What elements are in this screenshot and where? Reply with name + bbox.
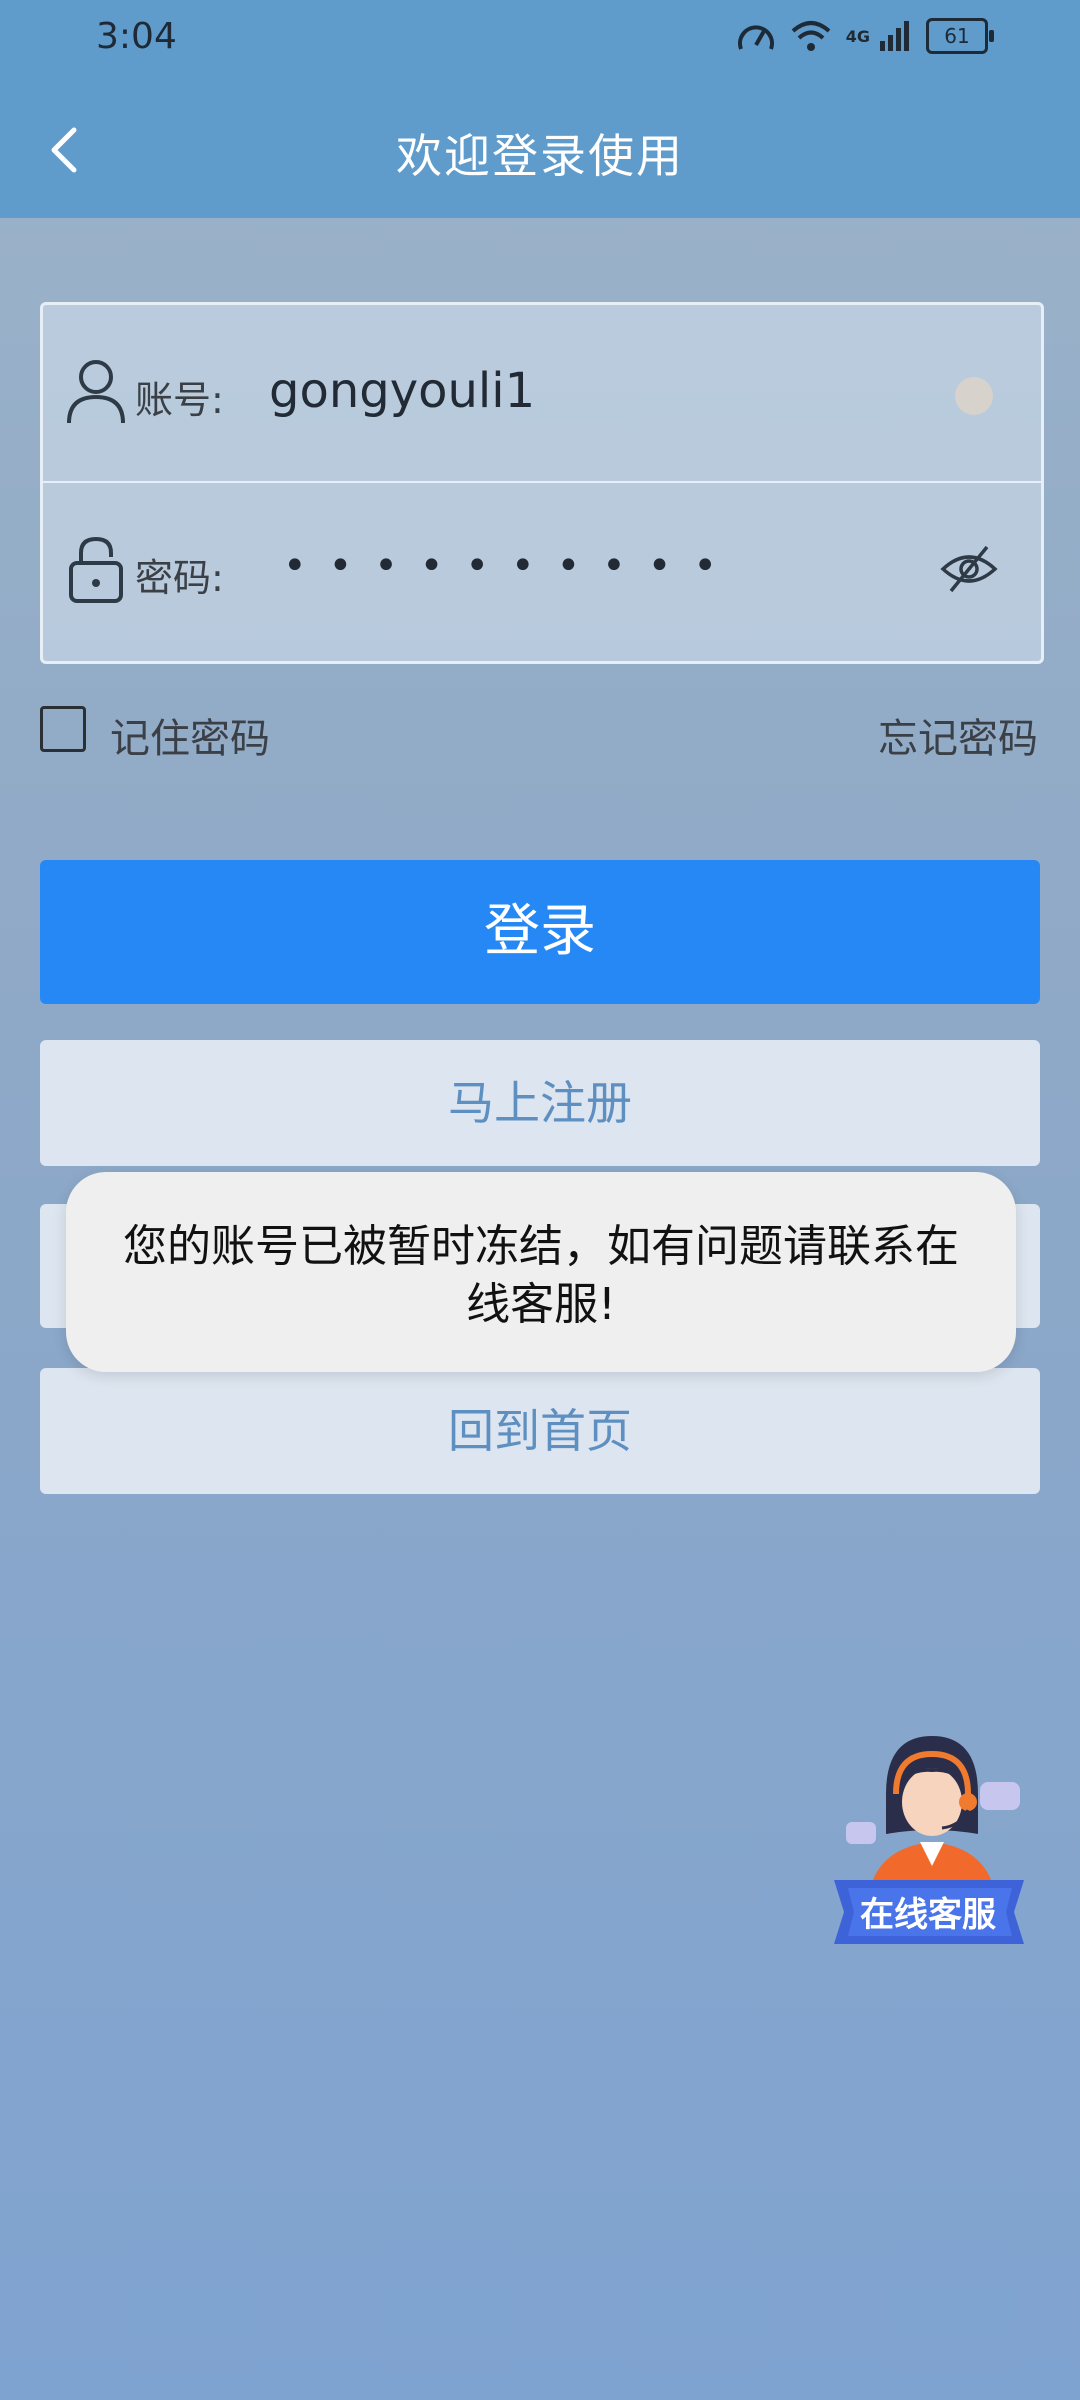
wifi-icon — [791, 21, 831, 51]
user-icon — [67, 360, 125, 424]
login-form: 账号: gongyouli1 密码: •••••••••• — [40, 302, 1044, 664]
network-type-label: 4G — [845, 26, 870, 46]
battery-icon: 61 — [926, 18, 994, 54]
forgot-password-link[interactable]: 忘记密码 — [878, 706, 1038, 764]
speed-icon — [737, 25, 774, 50]
home-button[interactable]: 回到首页 — [40, 1368, 1040, 1494]
frozen-account-toast: 您的账号已被暂时冻结，如有问题请联系在线客服! — [66, 1172, 1016, 1372]
account-label: 账号: — [135, 378, 224, 422]
status-icons: 4G 61 — [736, 18, 994, 54]
lock-icon — [69, 536, 123, 603]
toast-message: 您的账号已被暂时冻结，如有问题请联系在线客服! — [123, 1221, 959, 1330]
remember-password-checkbox[interactable] — [40, 706, 86, 752]
password-field[interactable]: 密码: •••••••••• — [43, 483, 1041, 659]
page-title: 欢迎登录使用 — [396, 129, 684, 183]
status-bar: 3:04 4G 61 — [0, 0, 1080, 80]
password-input[interactable]: •••••••••• — [283, 543, 739, 589]
battery-level: 61 — [944, 24, 970, 48]
password-label: 密码: — [135, 556, 224, 600]
account-input[interactable]: gongyouli1 — [269, 363, 535, 419]
account-field[interactable]: 账号: gongyouli1 — [43, 305, 1041, 483]
app-header: 欢迎登录使用 — [0, 80, 1080, 218]
eye-off-icon[interactable] — [937, 539, 1001, 599]
online-service-button[interactable]: 在线客服 — [828, 1730, 1028, 1960]
login-button[interactable]: 登录 — [40, 860, 1040, 1004]
status-time: 3:04 — [96, 16, 177, 57]
clear-icon[interactable] — [955, 377, 993, 415]
remember-password-label[interactable]: 记住密码 — [110, 706, 270, 764]
register-button[interactable]: 马上注册 — [40, 1040, 1040, 1166]
signal-icon — [880, 21, 909, 51]
online-service-label: 在线客服 — [860, 1895, 996, 1934]
